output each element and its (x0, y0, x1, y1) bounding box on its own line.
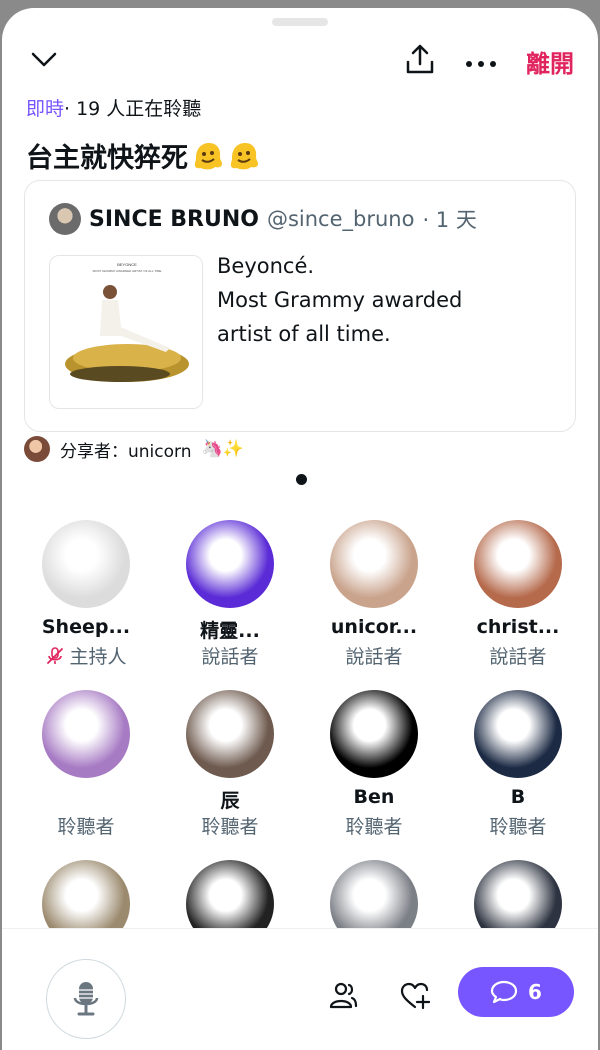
participant-avatar (186, 520, 274, 608)
author-avatar (49, 203, 81, 235)
pinned-post-card[interactable]: SINCE BRUNO @since_bruno · 1 天 BEYONCE M… (24, 180, 576, 432)
participant[interactable]: 精靈... 說話者 (158, 520, 302, 669)
post-body-line: Most Grammy awarded (217, 288, 463, 312)
participant-role: 聆聽者 (302, 812, 446, 839)
spaces-sheet: 離開 即時· 19 人正在聆聽 台主就快猝死 SINCE BRUNO @sinc… (2, 8, 598, 1050)
participant-avatar (474, 690, 562, 778)
participant-avatar (330, 690, 418, 778)
comments-count: 6 (528, 980, 542, 1004)
page-indicator-dot (296, 474, 307, 485)
participant[interactable]: B 聆聽者 (446, 690, 590, 839)
participant[interactable]: 聆聽者 (14, 690, 158, 839)
more-options-icon[interactable] (464, 54, 498, 73)
participant-role-label: 聆聽者 (57, 816, 115, 838)
author-name: SINCE BRUNO (89, 206, 259, 232)
mic-muted-icon (47, 646, 64, 664)
participant[interactable]: unicor... 說話者 (302, 520, 446, 669)
add-reaction-heart-icon[interactable] (400, 981, 431, 1015)
post-image[interactable]: BEYONCE MOST GRAMMY AWARDED ARTIST OF AL… (49, 255, 203, 409)
participants-icon[interactable] (328, 981, 358, 1015)
melting-face-emoji-icon (194, 142, 222, 169)
live-label: 即時 (26, 98, 65, 120)
shared-by[interactable]: 分享者：unicorn 🦄✨ (24, 436, 244, 462)
participant-avatar (186, 690, 274, 778)
participant-role-label: 聆聽者 (489, 816, 547, 838)
participant-name: Ben (353, 786, 395, 808)
post-header: SINCE BRUNO @since_bruno · 1 天 (49, 203, 477, 235)
post-body-line: artist of all time. (217, 322, 391, 346)
share-upload-icon[interactable] (404, 42, 436, 80)
thumb-caption-1: BEYONCE (117, 262, 137, 267)
participant-role: 主持人 (14, 642, 158, 669)
participant-role: 說話者 (158, 642, 302, 669)
participant-role-label: 說話者 (489, 646, 547, 668)
listener-count: · 19 人正在聆聽 (64, 98, 202, 120)
space-title: 台主就快猝死 (26, 136, 260, 175)
participant-avatar (474, 520, 562, 608)
leave-button[interactable]: 離開 (526, 44, 574, 79)
participant-name: B (510, 786, 526, 808)
participant-name: 精靈... (200, 620, 260, 642)
post-body: Beyoncé. Most Grammy awarded artist of a… (217, 249, 557, 351)
participant-avatar (42, 690, 130, 778)
participant[interactable]: 辰聆聽者 (158, 690, 302, 839)
participant-name: Sheep... (41, 616, 131, 638)
participant-role-label: 聆聽者 (201, 816, 259, 838)
request-mic-button[interactable] (46, 959, 126, 1039)
post-body-line: Beyoncé. (217, 254, 315, 278)
participant[interactable]: Sheep... 主持人 (14, 520, 158, 669)
drag-handle[interactable] (272, 18, 328, 26)
sharer-emoji: 🦄✨ (201, 439, 244, 459)
participant-name: 辰 (220, 790, 240, 812)
space-title-text: 台主就快猝死 (26, 143, 188, 174)
participant-avatar (330, 520, 418, 608)
sharer-text: 分享者：unicorn (60, 441, 192, 462)
participant[interactable]: christ... 說話者 (446, 520, 590, 669)
microphone-icon (73, 982, 99, 1016)
participant-name: christ... (476, 616, 560, 638)
participant-role: 聆聽者 (14, 812, 158, 839)
sharer-avatar (24, 436, 50, 462)
participant-role: 說話者 (446, 642, 590, 669)
participant-role-label: 說話者 (345, 646, 403, 668)
chat-bubble-icon (490, 980, 518, 1004)
participant-role-label: 聆聽者 (345, 816, 403, 838)
participant-role-label: 主持人 (69, 646, 127, 668)
participant-name: unicor... (330, 616, 418, 638)
participant[interactable]: Ben 聆聽者 (302, 690, 446, 839)
post-time: · 1 天 (422, 208, 477, 232)
thumb-caption-2: MOST GRAMMY AWARDED ARTIST OF ALL TIME (93, 269, 162, 273)
participant-role-label: 說話者 (201, 646, 259, 668)
bottom-bar: 6 (2, 928, 598, 1050)
author-handle: @since_bruno (266, 207, 415, 231)
participant-role: 說話者 (302, 642, 446, 669)
participant-avatar (42, 520, 130, 608)
participant-name (14, 786, 158, 810)
participant-role: 聆聽者 (158, 812, 302, 839)
melting-face-emoji-icon (230, 142, 258, 169)
comments-button[interactable]: 6 (458, 967, 574, 1017)
live-status: 即時· 19 人正在聆聽 (26, 94, 201, 121)
collapse-chevron-icon[interactable] (30, 50, 58, 74)
participant-role: 聆聽者 (446, 812, 590, 839)
